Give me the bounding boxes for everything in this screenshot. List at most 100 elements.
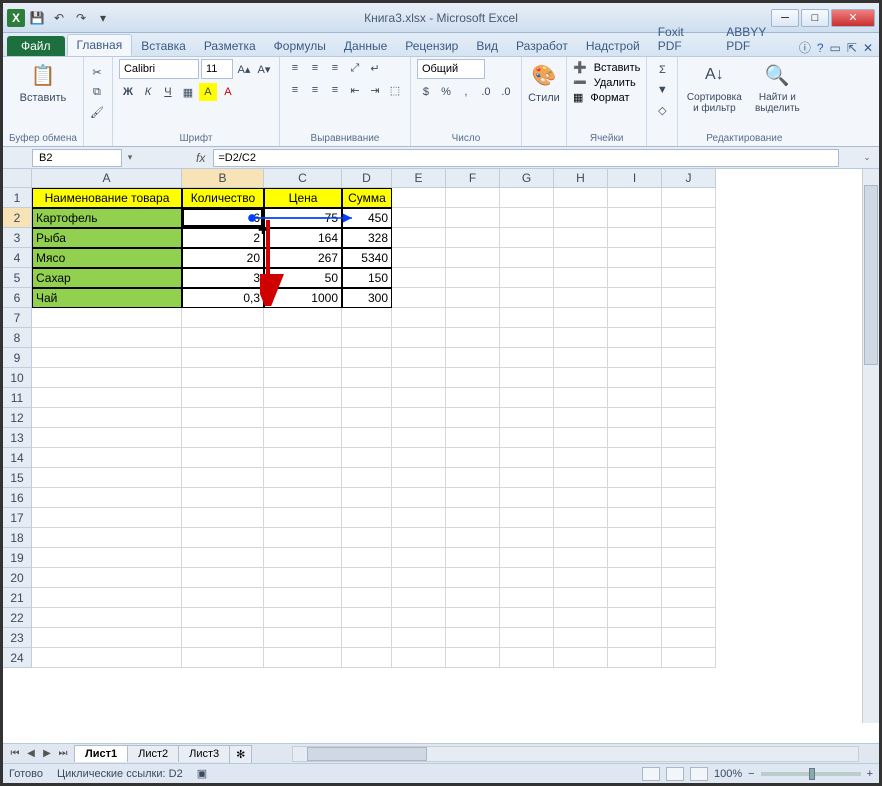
tab-abbyy[interactable]: ABBYY PDF (717, 22, 799, 56)
cell-E23[interactable] (392, 628, 446, 648)
column-header[interactable]: C (264, 169, 342, 188)
row-header[interactable]: 12 (3, 408, 32, 428)
cell-C7[interactable] (264, 308, 342, 328)
align-middle-icon[interactable]: ≡ (306, 59, 324, 77)
underline-button[interactable]: Ч (159, 83, 177, 101)
cell-E21[interactable] (392, 588, 446, 608)
close-button[interactable]: ✕ (831, 9, 875, 27)
workbook-close-icon[interactable]: ✕ (863, 41, 873, 55)
cell-J2[interactable] (662, 208, 716, 228)
cell-D8[interactable] (342, 328, 392, 348)
tab-review[interactable]: Рецензир (396, 36, 467, 56)
cell-D2[interactable]: 450 (342, 208, 392, 228)
cell-E17[interactable] (392, 508, 446, 528)
cell-B15[interactable] (182, 468, 264, 488)
row-header[interactable]: 10 (3, 368, 32, 388)
cell-I24[interactable] (608, 648, 662, 668)
cell-D3[interactable]: 328 (342, 228, 392, 248)
cell-J10[interactable] (662, 368, 716, 388)
row-header[interactable]: 17 (3, 508, 32, 528)
cell-J5[interactable] (662, 268, 716, 288)
cell-B8[interactable] (182, 328, 264, 348)
copy-icon[interactable]: ⧉ (88, 83, 106, 101)
cell-G16[interactable] (500, 488, 554, 508)
cell-H1[interactable] (554, 188, 608, 208)
align-right-icon[interactable]: ≡ (326, 81, 344, 99)
cell-E7[interactable] (392, 308, 446, 328)
cell-G2[interactable] (500, 208, 554, 228)
zoom-level[interactable]: 100% (714, 768, 742, 780)
cell-C21[interactable] (264, 588, 342, 608)
formula-bar[interactable]: =D2/C2 (213, 149, 839, 167)
cell-H15[interactable] (554, 468, 608, 488)
cell-C2[interactable]: 75 (264, 208, 342, 228)
indent-dec-icon[interactable]: ⇤ (346, 81, 364, 99)
cell-D23[interactable] (342, 628, 392, 648)
cell-D6[interactable]: 300 (342, 288, 392, 308)
cell-B24[interactable] (182, 648, 264, 668)
cell-J3[interactable] (662, 228, 716, 248)
merge-icon[interactable]: ⬚ (386, 81, 404, 99)
cell-E9[interactable] (392, 348, 446, 368)
cell-B4[interactable]: 20 (182, 248, 264, 268)
row-header[interactable]: 6 (3, 288, 32, 308)
tab-addins[interactable]: Надстрой (577, 36, 649, 56)
row-header[interactable]: 8 (3, 328, 32, 348)
cell-C20[interactable] (264, 568, 342, 588)
cell-F18[interactable] (446, 528, 500, 548)
cell-J15[interactable] (662, 468, 716, 488)
cell-H7[interactable] (554, 308, 608, 328)
format-cells-button[interactable]: ▦ Формат (573, 91, 640, 104)
scrollbar-thumb[interactable] (864, 185, 878, 365)
cell-E8[interactable] (392, 328, 446, 348)
cell-F8[interactable] (446, 328, 500, 348)
cell-A3[interactable]: Рыба (32, 228, 182, 248)
cell-A18[interactable] (32, 528, 182, 548)
paste-button[interactable]: 📋 Вставить (9, 59, 77, 104)
cell-D10[interactable] (342, 368, 392, 388)
cell-J14[interactable] (662, 448, 716, 468)
cell-H20[interactable] (554, 568, 608, 588)
row-header[interactable]: 9 (3, 348, 32, 368)
cell-J11[interactable] (662, 388, 716, 408)
cell-F11[interactable] (446, 388, 500, 408)
view-normal-icon[interactable] (642, 767, 660, 781)
cell-I4[interactable] (608, 248, 662, 268)
cell-E12[interactable] (392, 408, 446, 428)
cell-A13[interactable] (32, 428, 182, 448)
cell-H11[interactable] (554, 388, 608, 408)
font-color-icon[interactable]: A (219, 83, 237, 101)
column-header[interactable]: J (662, 169, 716, 188)
cell-D1[interactable]: Сумма (342, 188, 392, 208)
cell-D13[interactable] (342, 428, 392, 448)
cell-F12[interactable] (446, 408, 500, 428)
cell-G19[interactable] (500, 548, 554, 568)
cell-H12[interactable] (554, 408, 608, 428)
cell-C4[interactable]: 267 (264, 248, 342, 268)
cell-B12[interactable] (182, 408, 264, 428)
window-restore-icon[interactable]: ⇱ (847, 41, 857, 55)
row-header[interactable]: 23 (3, 628, 32, 648)
cell-B14[interactable] (182, 448, 264, 468)
cell-J24[interactable] (662, 648, 716, 668)
cell-G7[interactable] (500, 308, 554, 328)
select-all-corner[interactable] (3, 169, 32, 188)
cell-E4[interactable] (392, 248, 446, 268)
cell-A23[interactable] (32, 628, 182, 648)
styles-button[interactable]: 🎨 Стили (528, 59, 560, 104)
clear-icon[interactable]: ◇ (653, 101, 671, 119)
maximize-button[interactable]: □ (801, 9, 829, 27)
cell-C13[interactable] (264, 428, 342, 448)
cell-A10[interactable] (32, 368, 182, 388)
cell-B20[interactable] (182, 568, 264, 588)
grow-font-icon[interactable]: A▴ (235, 60, 253, 78)
cell-F20[interactable] (446, 568, 500, 588)
cell-H5[interactable] (554, 268, 608, 288)
cell-I13[interactable] (608, 428, 662, 448)
cell-A6[interactable]: Чай (32, 288, 182, 308)
cell-H14[interactable] (554, 448, 608, 468)
sheet-nav-first-icon[interactable]: ⏮ (7, 748, 23, 759)
cell-G21[interactable] (500, 588, 554, 608)
cell-J7[interactable] (662, 308, 716, 328)
cell-I12[interactable] (608, 408, 662, 428)
